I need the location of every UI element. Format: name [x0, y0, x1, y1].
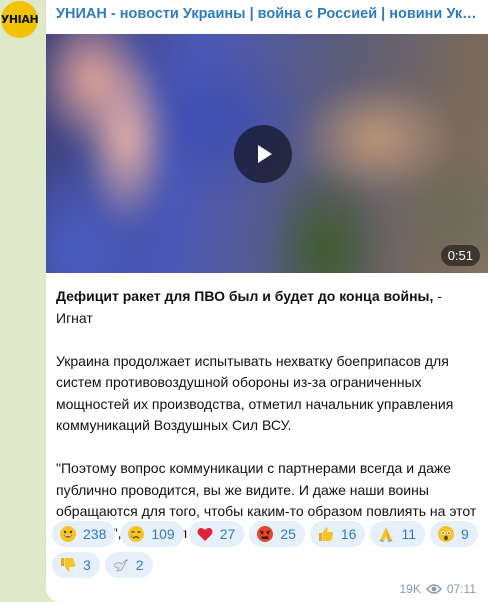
- reaction-count: 109: [151, 526, 175, 542]
- avatar-logo-text: УНІАН: [1, 13, 38, 26]
- reaction-count: 9: [461, 526, 469, 542]
- play-button[interactable]: [234, 125, 292, 183]
- play-icon: [258, 145, 272, 163]
- channel-avatar[interactable]: УНІАН: [1, 1, 38, 38]
- message-time: 07:11: [446, 582, 476, 596]
- reaction-grinning[interactable]: 238: [52, 521, 116, 547]
- reactions-bar: 238 109 27 25 16 11 9 3 2: [52, 521, 482, 578]
- message-text: Дефицит ракет для ПВО был и будет до кон…: [56, 286, 481, 544]
- folded-hands-icon: [379, 527, 393, 542]
- dove-icon: [113, 558, 129, 572]
- reaction-count: 2: [135, 557, 144, 573]
- grinning-face-icon: [60, 526, 76, 542]
- reaction-count: 16: [340, 526, 357, 542]
- channel-title[interactable]: УНИАН - новости Украины | война с Россие…: [56, 6, 481, 22]
- eye-icon: [425, 584, 442, 594]
- reaction-count: 25: [280, 526, 296, 542]
- screaming-face-icon: [438, 526, 454, 542]
- reaction-screaming[interactable]: 9: [430, 521, 478, 547]
- reaction-heart[interactable]: 27: [188, 521, 245, 547]
- reaction-folded-hands[interactable]: 11: [370, 521, 425, 547]
- thumbs-down-icon: [61, 558, 76, 572]
- message-meta: 19K 07:11: [400, 582, 477, 596]
- reaction-count: 238: [83, 526, 107, 542]
- crying-face-icon: [128, 526, 145, 542]
- reaction-count: 27: [219, 526, 236, 542]
- red-heart-icon: [197, 527, 213, 541]
- angry-face-icon: [257, 526, 274, 542]
- reaction-thumbs-up[interactable]: 16: [309, 521, 366, 547]
- reaction-thumbs-down[interactable]: 3: [52, 552, 100, 578]
- video-duration: 0:51: [440, 245, 480, 266]
- reaction-angry[interactable]: 25: [249, 521, 305, 547]
- post-paragraph-1: Украина продолжает испытывать нехватку б…: [56, 352, 454, 434]
- views-count: 19K: [399, 582, 421, 596]
- reaction-dove[interactable]: 2: [104, 552, 153, 578]
- reaction-count: 3: [83, 557, 91, 573]
- post-headline: Дефицит ракет для ПВО был и будет до кон…: [56, 286, 481, 329]
- message-bubble: УНИАН - новости Украины | война с Россие…: [46, 0, 488, 602]
- video-player[interactable]: 0:51: [46, 34, 488, 273]
- headline-bold: Дефицит ракет для ПВО был и будет до кон…: [56, 288, 434, 304]
- thumbs-up-icon: [318, 527, 333, 541]
- reaction-count: 11: [401, 526, 416, 542]
- reaction-crying[interactable]: 109: [120, 521, 184, 547]
